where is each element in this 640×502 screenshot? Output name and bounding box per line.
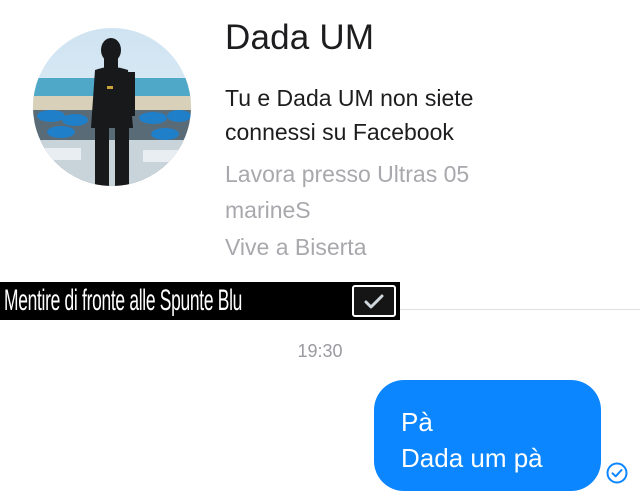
contact-name[interactable]: Dada UM	[225, 18, 374, 58]
message-line: Dada um pà	[401, 443, 543, 473]
message-line: Pà	[401, 407, 433, 437]
contact-avatar[interactable]	[33, 28, 191, 186]
thread-divider	[400, 309, 640, 310]
outgoing-message-bubble[interactable]: Pà Dada um pà	[374, 380, 601, 491]
contact-location: Vive a Biserta	[225, 234, 367, 260]
contact-work: Lavora presso Ultras 05 marineS	[225, 161, 470, 223]
message-timestamp: 19:30	[297, 341, 343, 361]
read-check-icon	[606, 462, 628, 484]
connection-status: Tu e Dada UM non siete connessi su Faceb…	[225, 85, 474, 145]
banner-caption: Mentire di fronte alle Spunte Blu	[4, 284, 243, 317]
caption-banner: Mentire di fronte alle Spunte Blu	[0, 282, 400, 320]
checkmark-box-icon	[352, 285, 396, 317]
profile-photo	[33, 28, 191, 186]
